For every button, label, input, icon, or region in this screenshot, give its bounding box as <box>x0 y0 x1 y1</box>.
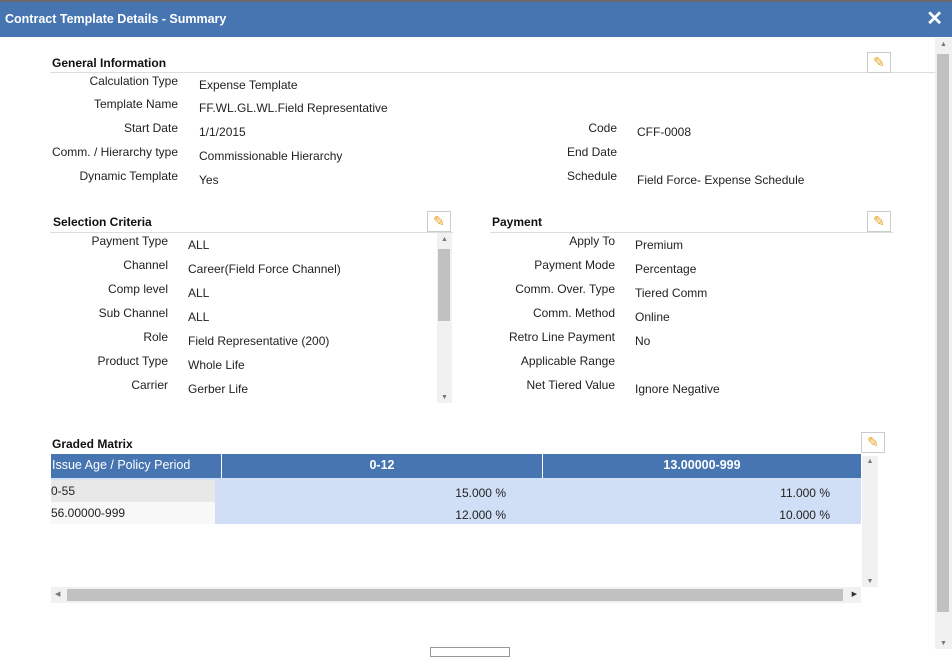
pencil-icon: ✎ <box>873 54 885 70</box>
general-field-value: 1/1/2015 <box>199 125 246 139</box>
payment-field-label: Payment Mode <box>534 258 615 272</box>
edit-matrix-button[interactable]: ✎ <box>861 432 885 453</box>
general-field-label: Code <box>588 121 617 135</box>
matrix-cell[interactable]: 10.000 % <box>506 502 861 524</box>
payment-field-label: Applicable Range <box>520 354 615 368</box>
selection-field-label: Comp level <box>107 282 168 296</box>
general-field-label: Start Date <box>123 121 178 135</box>
selection-heading: Selection Criteria <box>53 215 152 229</box>
selection-field-value: Whole Life <box>188 358 245 372</box>
selection-field-value: ALL <box>188 310 210 324</box>
edit-general-button[interactable]: ✎ <box>867 52 891 73</box>
page-scrollbar[interactable]: ▲ ▼ <box>935 38 952 649</box>
matrix-row: 0-55 15.000 % 11.000 % <box>51 480 861 502</box>
selection-field-label: Sub Channel <box>98 306 168 320</box>
payment-field-label: Retro Line Payment <box>508 330 615 344</box>
payment-field-value: No <box>635 334 651 348</box>
general-field-label: Calculation Type <box>89 74 179 88</box>
selection-field-label: Product Type <box>97 354 169 368</box>
general-field-value: Expense Template <box>199 78 298 92</box>
matrix-row: 56.00000-999 12.000 % 10.000 % <box>51 502 861 524</box>
matrix-cell[interactable]: 15.000 % <box>215 480 506 502</box>
close-icon[interactable]: ✕ <box>926 9 943 29</box>
general-field-label: Comm. / Hierarchy type <box>51 145 178 159</box>
general-field-value: FF.WL.GL.WL.Field Representative <box>199 101 388 115</box>
general-field-label: Schedule <box>566 169 617 183</box>
pencil-icon: ✎ <box>433 213 445 229</box>
general-heading: General Information <box>52 56 167 70</box>
selection-list: Payment Type ALL Channel Career(Field Force… <box>50 233 437 403</box>
payment-field-label: Comm. Method <box>532 306 615 320</box>
edit-payment-button[interactable]: ✎ <box>867 211 891 232</box>
graded-matrix-grid: Issue Age / Policy Period 0-12 13.00000-… <box>51 454 861 587</box>
selection-field-label: Carrier <box>131 378 168 392</box>
selection-field-label: Role <box>143 330 168 344</box>
payment-field-value: Tiered Comm <box>635 286 708 300</box>
selection-field-value: Field Representative (200) <box>188 334 330 348</box>
general-field-label: Template Name <box>93 97 178 111</box>
column-header[interactable]: 13.00000-999 <box>542 454 861 478</box>
payment-field-label: Apply To <box>569 234 615 248</box>
payment-field-label: Net Tiered Value <box>526 378 616 392</box>
matrix-hscrollbar[interactable]: ◀ ▶ <box>51 587 861 603</box>
matrix-vscrollbar[interactable]: ▲ ▼ <box>862 456 878 587</box>
selection-field-value: ALL <box>188 286 210 300</box>
matrix-cell[interactable]: 12.000 % <box>215 502 506 524</box>
general-field-value: Commissionable Hierarchy <box>199 149 343 163</box>
payment-field-value: Premium <box>635 238 684 252</box>
general-field-value: Field Force- Expense Schedule <box>637 173 805 187</box>
dialog-header: Contract Template Details - Summary ✕ <box>0 0 952 37</box>
dialog-title: Contract Template Details - Summary <box>5 12 227 26</box>
general-field-value: CFF-0008 <box>637 125 692 139</box>
pencil-icon: ✎ <box>867 434 879 450</box>
payment-field-label: Comm. Over. Type <box>515 282 615 296</box>
column-header[interactable]: 0-12 <box>221 454 542 478</box>
pencil-icon: ✎ <box>873 213 885 229</box>
selection-field-value: ALL <box>188 238 210 252</box>
payment-field-value: Online <box>635 310 670 324</box>
selection-field-label: State <box>50 402 168 403</box>
edit-selection-button[interactable]: ✎ <box>427 211 451 232</box>
general-field-value: Yes <box>199 173 219 187</box>
general-field-label: End Date <box>566 145 617 159</box>
row-label: 0-55 <box>51 480 215 502</box>
selection-field-label: Channel <box>123 258 168 272</box>
payment-field-value: Percentage <box>635 262 697 276</box>
column-header[interactable]: Issue Age / Policy Period <box>51 454 221 478</box>
general-field-label: Dynamic Template <box>79 169 178 183</box>
payment-heading: Payment <box>492 215 543 229</box>
selection-field-label: Payment Type <box>91 234 169 248</box>
selection-field-value: Career(Field Force Channel) <box>188 262 341 276</box>
payment-field-value: Ignore Negative <box>635 382 720 396</box>
row-label: 56.00000-999 <box>51 502 215 524</box>
selection-field-value: Gerber Life <box>188 382 249 396</box>
matrix-cell[interactable]: 11.000 % <box>506 480 861 502</box>
matrix-heading: Graded Matrix <box>52 437 133 451</box>
